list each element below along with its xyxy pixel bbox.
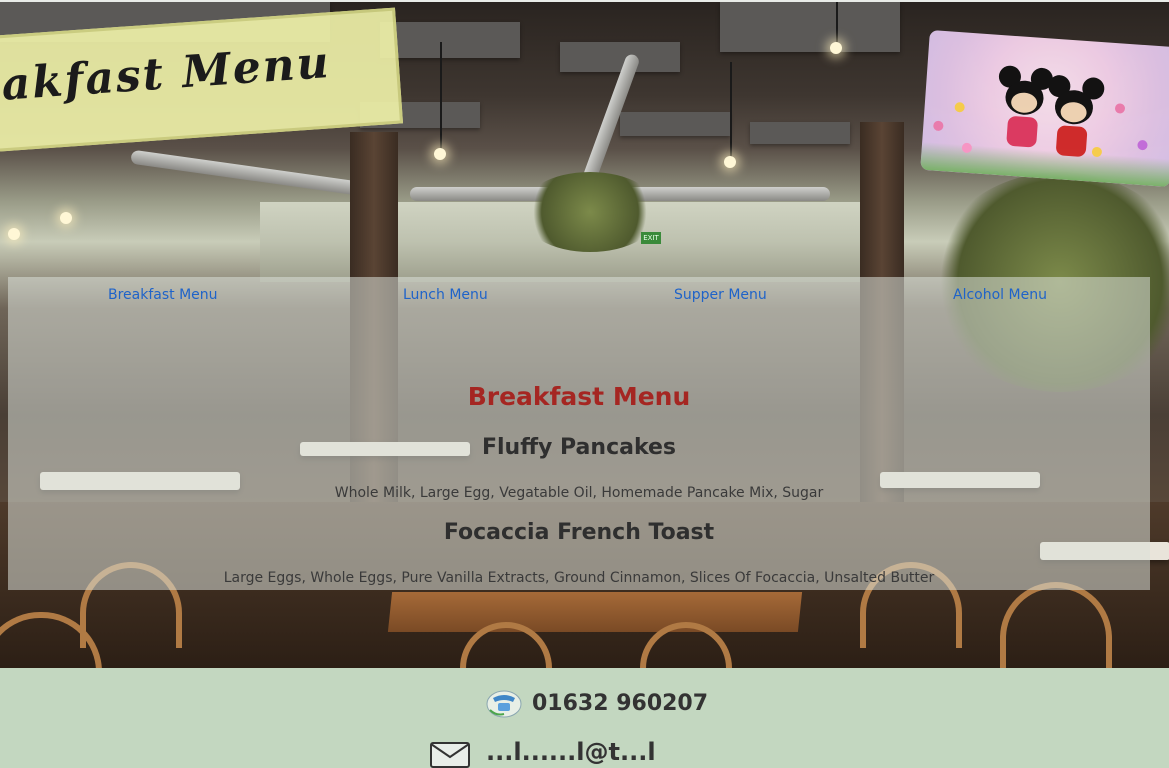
tree-outside — [520, 172, 660, 252]
pendant-cord — [730, 62, 732, 158]
pendant-light — [8, 228, 20, 240]
email-address[interactable]: ...l......l@t...l — [486, 738, 656, 766]
menu-nav: Breakfast Menu Lunch Menu Supper Menu Al… — [8, 287, 1150, 307]
section-title: Breakfast Menu — [467, 382, 691, 411]
air-duct — [130, 149, 380, 199]
menu-item-name: Fluffy Pancakes — [481, 435, 677, 460]
menu-item-description: Large Eggs, Whole Eggs, Pure Vanilla Ext… — [223, 570, 935, 586]
pendant-cord — [440, 42, 442, 152]
mickey-body — [1055, 125, 1088, 158]
footer: 01632 960207 ...l......l@t...l — [0, 668, 1169, 768]
ceiling-panel — [720, 2, 900, 52]
nav-link-lunch-menu[interactable]: Lunch Menu — [403, 287, 488, 303]
mail-icon — [430, 742, 470, 768]
pendant-light — [434, 148, 446, 160]
phone-icon — [486, 690, 522, 718]
menu-item-name: Focaccia French Toast — [443, 520, 715, 545]
nav-link-supper-menu[interactable]: Supper Menu — [674, 287, 767, 303]
phone-number[interactable]: 01632 960207 — [532, 688, 708, 720]
mickey-minnie-image — [920, 30, 1169, 188]
pendant-light — [60, 212, 72, 224]
pendant-cord — [836, 2, 838, 42]
flower — [954, 101, 966, 113]
exit-sign: EXIT — [641, 232, 661, 244]
flower — [1137, 139, 1148, 151]
ceiling-panel — [380, 22, 520, 58]
pendant-light — [830, 42, 842, 54]
ceiling-panel — [750, 122, 850, 144]
ceiling-panel — [560, 42, 680, 72]
table — [387, 592, 803, 632]
flower — [1114, 103, 1126, 114]
nav-link-alcohol-menu[interactable]: Alcohol Menu — [953, 287, 1047, 303]
flower — [933, 120, 944, 132]
nav-link-breakfast-menu[interactable]: Breakfast Menu — [108, 287, 218, 303]
menu-item-description: Whole Milk, Large Egg, Vegatable Oil, Ho… — [334, 485, 824, 501]
minnie-body — [1006, 115, 1039, 148]
menu-panel: Breakfast Menu Lunch Menu Supper Menu Al… — [8, 277, 1150, 590]
pendant-light — [724, 156, 736, 168]
ceiling-panel — [620, 112, 730, 136]
